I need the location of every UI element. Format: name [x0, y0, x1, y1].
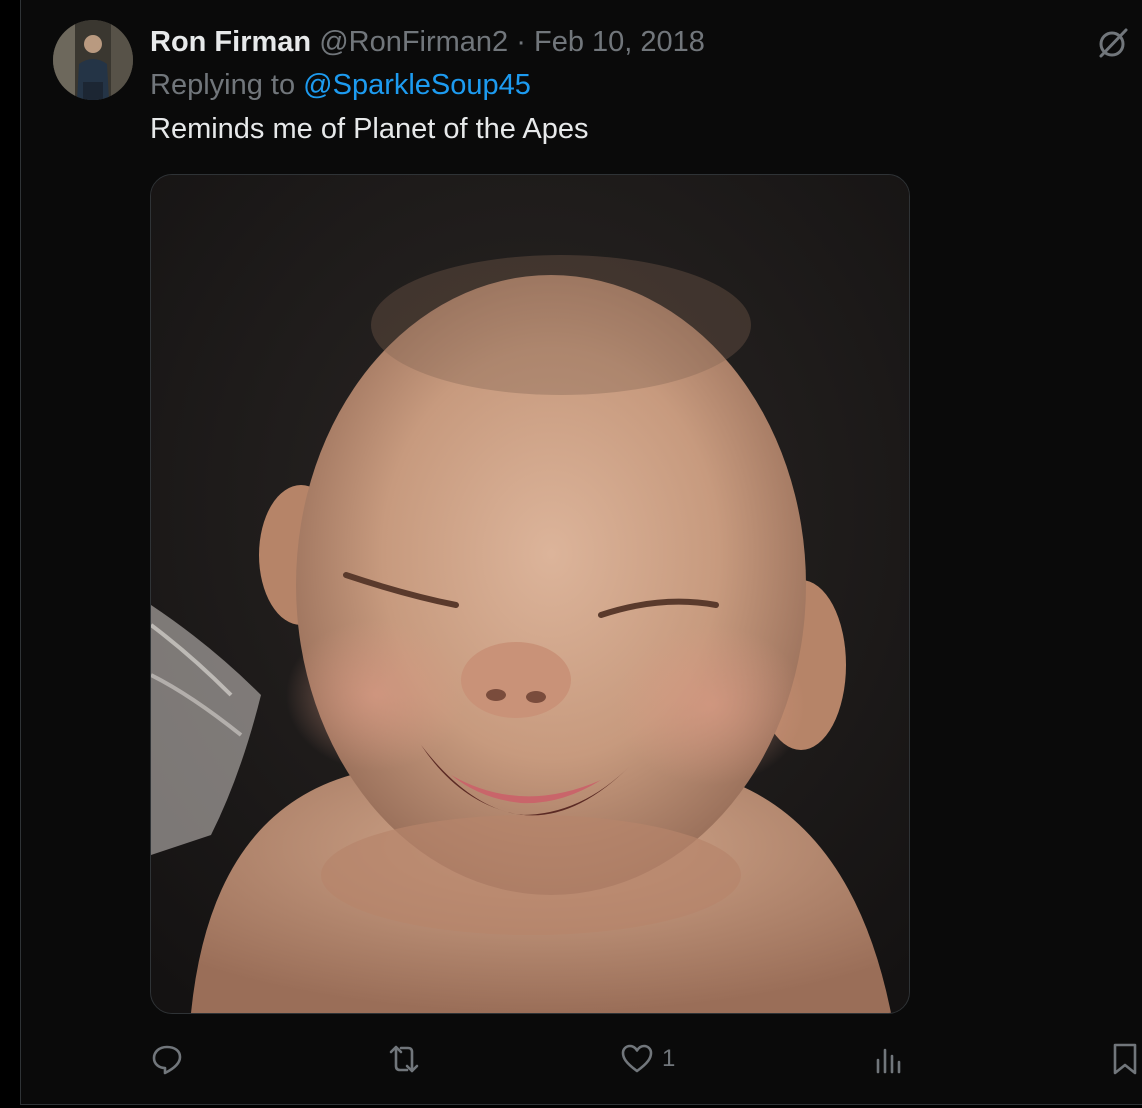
- reply-icon: [152, 1045, 182, 1075]
- tweet-actions: 1: [150, 1036, 1137, 1082]
- bookmark-button[interactable]: [1110, 1036, 1142, 1082]
- bookmark-icon: [1113, 1043, 1137, 1075]
- avatar-photo-icon: [53, 20, 133, 100]
- avatar[interactable]: [53, 20, 133, 100]
- reply-button[interactable]: [150, 1036, 192, 1082]
- header-separator: ·: [516, 26, 526, 58]
- replying-to-mention[interactable]: @SparkleSoup45: [303, 69, 531, 101]
- tweet-header: Ron Firman @RonFirman2 · Feb 10, 2018: [150, 24, 705, 60]
- author-handle[interactable]: @RonFirman2: [319, 26, 508, 58]
- author-name[interactable]: Ron Firman: [150, 26, 311, 58]
- repost-icon: [389, 1045, 419, 1073]
- repost-button[interactable]: [386, 1036, 430, 1082]
- replying-to: Replying to @SparkleSoup45: [150, 67, 531, 103]
- heart-icon: [621, 1044, 653, 1073]
- tweet-text: Reminds me of Planet of the Apes: [150, 113, 589, 145]
- tweet-date[interactable]: Feb 10, 2018: [534, 26, 705, 58]
- views-icon: [876, 1048, 901, 1074]
- tweet-card[interactable]: Ron Firman @RonFirman2 · Feb 10, 2018 Re…: [20, 0, 1142, 1105]
- views-button[interactable]: [874, 1036, 912, 1082]
- grok-icon[interactable]: [1096, 26, 1130, 60]
- laughing-baby-photo-icon: [151, 175, 909, 1013]
- like-count: 1: [662, 1045, 676, 1072]
- like-button[interactable]: 1: [620, 1036, 675, 1082]
- replying-to-label: Replying to: [150, 69, 296, 101]
- tweet-media[interactable]: [150, 174, 910, 1014]
